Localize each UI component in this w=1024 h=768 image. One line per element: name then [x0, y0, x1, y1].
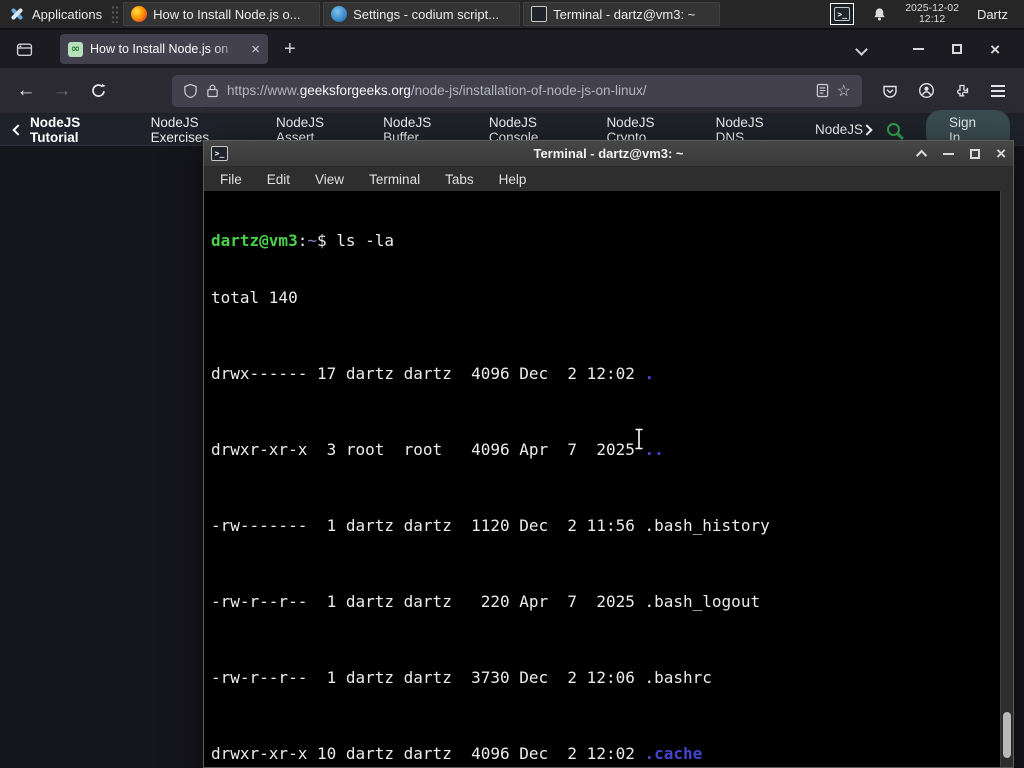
terminal-output-row: -rw-r--r-- 1 dartz dartz 220 Apr 7 2025 …	[211, 592, 761, 611]
terminal-menubar: File Edit View Terminal Tabs Help	[204, 167, 1013, 191]
window-app-icon	[331, 6, 348, 22]
tab-strip: ∞ How to Install Node.js on × + ×	[0, 30, 1024, 68]
terminal-minimize-button[interactable]	[943, 152, 955, 155]
nav-scroll-right-icon[interactable]	[861, 123, 873, 136]
tab-close-icon[interactable]: ×	[251, 42, 260, 57]
clock-time: 12:12	[918, 13, 946, 25]
terminal-output-row: -rw-r--r-- 1 dartz dartz 3730 Dec 2 12:0…	[211, 668, 712, 687]
tray-terminal-icon[interactable]: >_	[830, 3, 855, 25]
terminal-menu-item[interactable]: Terminal	[369, 172, 420, 187]
mouse-ibeam-cursor	[632, 427, 646, 451]
list-tabs-chevron-icon[interactable]	[855, 30, 868, 68]
terminal-window: >_ Terminal - dartz@vm3: ~ × File Edit V…	[203, 140, 1014, 768]
terminal-menu-item[interactable]: File	[220, 172, 242, 187]
panel-handle	[111, 5, 120, 23]
extensions-puzzle-icon[interactable]	[946, 75, 978, 107]
terminal-menu-item[interactable]: View	[315, 172, 344, 187]
terminal-output-row: -rw------- 1 dartz dartz 1120 Dec 2 11:5…	[211, 516, 770, 535]
search-icon[interactable]	[887, 123, 904, 140]
terminal-title: Terminal - dartz@vm3: ~	[533, 146, 684, 161]
geeksforgeeks-favicon: ∞	[68, 41, 83, 57]
firefox-view-icon[interactable]	[10, 35, 38, 63]
file-name: .cache	[644, 744, 703, 763]
terminal-output[interactable]: dartz@vm3:~$ ls -la total 140 drwx------…	[204, 191, 1013, 767]
bookmark-star-icon[interactable]: ☆	[837, 81, 851, 101]
terminal-scrollbar-thumb[interactable]	[1003, 712, 1011, 758]
browser-minimize-button[interactable]	[913, 30, 924, 68]
desktop-panel: Applications How to Install Node.js o...…	[0, 0, 1024, 28]
window-app-icon	[131, 6, 148, 22]
url-bar[interactable]: https://www.geeksforgeeks.org/node-js/in…	[172, 74, 862, 107]
terminal-output-row: drwxr-xr-x 10 dartz dartz 4096 Dec 2 12:…	[211, 744, 703, 763]
nav-item[interactable]: NodeJS	[815, 122, 863, 137]
back-button[interactable]: ←	[10, 75, 42, 107]
url-text: https://www.geeksforgeeks.org/node-js/in…	[227, 83, 647, 98]
tracking-shield-icon[interactable]	[183, 83, 198, 99]
reader-mode-icon[interactable]	[816, 83, 829, 98]
terminal-maximize-button[interactable]	[970, 148, 981, 159]
notification-bell-icon[interactable]	[872, 6, 887, 22]
terminal-total-line: total 140	[211, 288, 298, 307]
applications-label: Applications	[32, 6, 103, 22]
account-icon[interactable]	[910, 75, 942, 107]
taskbar-window-button[interactable]: Terminal - dartz@vm3: ~	[523, 2, 721, 26]
nav-item-primary[interactable]: NodeJS Tutorial	[30, 115, 123, 145]
file-name: .bashrc	[644, 668, 712, 687]
terminal-output-row: drwx------ 17 dartz dartz 4096 Dec 2 12:…	[211, 364, 655, 383]
file-name: .bash_history	[644, 516, 770, 535]
terminal-menu-item[interactable]: Edit	[267, 172, 290, 187]
terminal-menu-item[interactable]: Tabs	[445, 172, 474, 187]
taskbar-window-button[interactable]: How to Install Node.js o...	[123, 2, 321, 26]
terminal-app-icon: >_	[211, 146, 228, 161]
window-taskbar: How to Install Node.js o... Settings - c…	[123, 0, 721, 28]
tab-title: How to Install Node.js on	[90, 42, 229, 56]
terminal-menu-item[interactable]: Help	[499, 172, 527, 187]
window-title-label: Terminal - dartz@vm3: ~	[553, 6, 696, 22]
window-title-label: How to Install Node.js o...	[153, 6, 301, 22]
panel-clock[interactable]: 2025-12-02 12:12	[905, 3, 959, 25]
taskbar-window-button[interactable]: Settings - codium script...	[323, 2, 521, 26]
file-name: .bash_logout	[644, 592, 761, 611]
url-domain: geeksforgeeks.org	[299, 83, 411, 98]
forward-button[interactable]: →	[46, 75, 78, 107]
terminal-scrollbar[interactable]	[1000, 191, 1013, 767]
user-menu[interactable]: Dartz	[977, 7, 1012, 22]
window-title-label: Settings - codium script...	[353, 6, 500, 22]
browser-close-button[interactable]: ×	[990, 30, 1000, 68]
terminal-output-row: drwxr-xr-x 3 root root 4096 Apr 7 2025 .…	[211, 440, 664, 459]
browser-tab[interactable]: ∞ How to Install Node.js on ×	[60, 34, 268, 64]
applications-icon	[9, 6, 25, 22]
navigation-toolbar: ← → https://www.geeksforgeeks.org/node-j…	[0, 68, 1024, 114]
new-tab-button[interactable]: +	[284, 38, 296, 61]
system-tray: >_ 2025-12-02 12:12 Dartz	[830, 3, 1024, 25]
nav-scroll-left-icon[interactable]	[12, 123, 24, 136]
reload-button[interactable]	[82, 75, 114, 107]
applications-menu-button[interactable]: Applications	[0, 0, 111, 28]
terminal-close-button[interactable]: ×	[996, 145, 1006, 162]
terminal-titlebar[interactable]: >_ Terminal - dartz@vm3: ~ ×	[204, 141, 1013, 167]
file-name: ..	[644, 440, 664, 459]
lock-icon[interactable]	[206, 83, 219, 98]
terminal-prompt-line: dartz@vm3:~$ ls -la	[211, 231, 395, 250]
pocket-icon[interactable]	[874, 75, 906, 107]
file-name: .	[644, 364, 655, 383]
menu-hamburger-icon[interactable]	[982, 75, 1014, 107]
browser-maximize-button[interactable]	[952, 30, 962, 68]
window-app-icon	[531, 6, 548, 22]
